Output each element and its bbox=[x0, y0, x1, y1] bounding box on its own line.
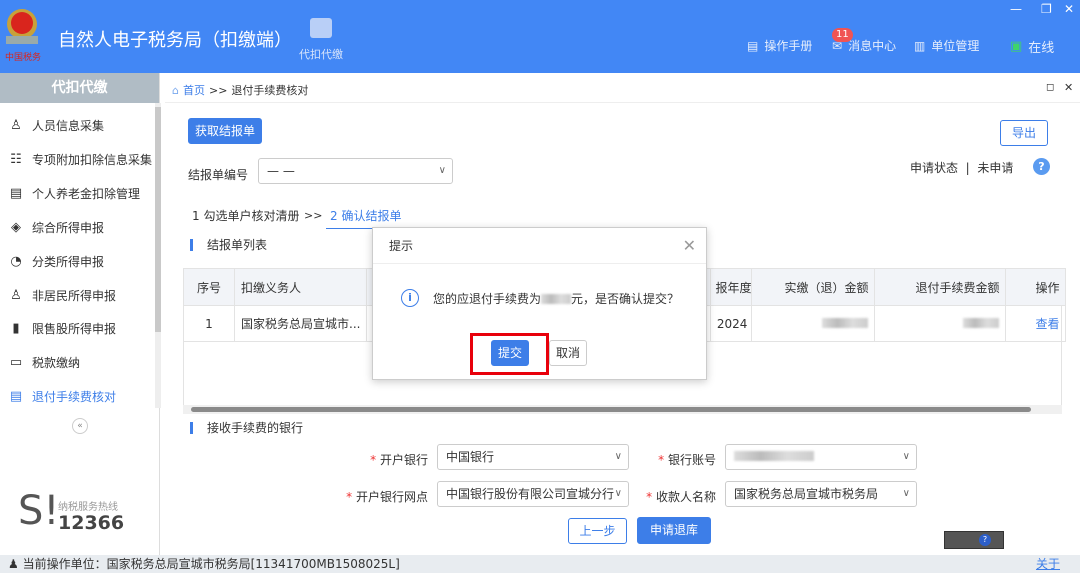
chevron-down-icon: ∨ bbox=[438, 165, 446, 176]
payee-label: * 收款人名称 bbox=[646, 490, 716, 504]
pension-icon: ▤ bbox=[9, 186, 23, 201]
report-list-title: 结报单列表 bbox=[190, 239, 267, 251]
step-1[interactable]: 1 勾选单户核对清册 bbox=[192, 207, 299, 224]
dialog-close-icon[interactable]: ✕ bbox=[683, 236, 696, 255]
sidebar: 代扣代缴 bbox=[0, 73, 160, 555]
collapse-sidebar-icon[interactable]: « bbox=[72, 418, 88, 434]
prev-step-button[interactable]: 上一步 bbox=[568, 518, 627, 544]
online-status[interactable]: ▣ 在线 bbox=[1010, 37, 1054, 56]
col-action: 操作 bbox=[1005, 268, 1067, 306]
sidebar-scrollbar[interactable] bbox=[155, 103, 161, 408]
step-2[interactable]: 2 确认结报单 bbox=[326, 207, 406, 229]
sidebar-item-pension[interactable]: ▤ 个人养老金扣除管理 bbox=[8, 185, 140, 202]
col-year: 报年度 bbox=[710, 268, 753, 306]
monitor-online-icon: ▣ bbox=[1010, 39, 1023, 54]
fetch-report-button[interactable]: 获取结报单 bbox=[188, 118, 262, 144]
maximize-pane-icon[interactable]: ◻ bbox=[1046, 82, 1054, 93]
report-no-select[interactable]: — — ∨ bbox=[258, 158, 453, 184]
branch-select[interactable]: 中国银行股份有限公司宣城分行 ∨ bbox=[437, 481, 629, 507]
payee-select[interactable]: 国家税务总局宣城市税务局 ∨ bbox=[725, 481, 917, 507]
branch-label: * 开户银行网点 bbox=[346, 490, 428, 504]
account-label: * 银行账号 bbox=[658, 453, 716, 467]
bank-label: * 开户银行 bbox=[370, 453, 428, 467]
cell-fee-amount-redacted bbox=[874, 305, 1007, 342]
sidebar-item-personnel[interactable]: ♙ 人员信息采集 bbox=[8, 117, 104, 134]
dialog-title: 提示 bbox=[373, 228, 706, 264]
manual-icon: ▤ bbox=[747, 38, 759, 53]
app-header: 中国税务 自然人电子税务局（扣缴端） 代扣代缴 ▤ 操作手册 ✉ 消息中心 11 ▥… bbox=[0, 0, 1080, 73]
restore-icon[interactable]: ❐ bbox=[1041, 2, 1052, 16]
apply-status: 申请状态 | 未申请 bbox=[910, 161, 1014, 175]
sidebar-item-tax-payment[interactable]: ▭ 税款缴纳 bbox=[8, 354, 80, 371]
chevron-down-icon: ∨ bbox=[614, 451, 622, 462]
building-icon: ▥ bbox=[914, 38, 926, 53]
bank-section-title: 接收手续费的银行 bbox=[190, 422, 303, 434]
help-icon: ? bbox=[979, 534, 991, 546]
wallet-icon bbox=[310, 18, 332, 38]
sidebar-item-fee-refund[interactable]: ▤ 退付手续费核对 bbox=[8, 388, 116, 405]
col-paid-amount: 实缴（退）金额 bbox=[751, 268, 876, 306]
manual-link[interactable]: ▤ 操作手册 bbox=[747, 37, 812, 54]
current-unit: 当前操作单位：国家税务总局宣城市税务局[11341700MB1508025L] bbox=[22, 557, 400, 571]
chevron-down-icon: ∨ bbox=[614, 488, 622, 499]
layers-icon: ◈ bbox=[11, 220, 21, 235]
highlight-box bbox=[470, 333, 549, 375]
sidebar-item-comprehensive[interactable]: ◈ 综合所得申报 bbox=[8, 219, 104, 236]
folder-icon: ▭ bbox=[9, 355, 23, 370]
status-bar: ♟ 当前操作单位：国家税务总局宣城市税务局[11341700MB1508025L… bbox=[0, 555, 1080, 573]
minimize-icon[interactable]: — bbox=[1010, 2, 1022, 16]
sidebar-title: 代扣代缴 bbox=[0, 73, 159, 103]
confirm-dialog: 提示 ✕ i 您的应退付手续费为 元，是否确认提交？ 提交 取消 bbox=[372, 227, 707, 380]
bank-select[interactable]: 中国银行 ∨ bbox=[437, 444, 629, 470]
doc-icon: ▤ bbox=[9, 389, 23, 404]
bar-chart-icon: ▮ bbox=[12, 321, 20, 336]
step-separator: >> bbox=[304, 209, 323, 222]
sidebar-item-restricted-stock[interactable]: ▮ 限售股所得申报 bbox=[8, 320, 116, 337]
cell-year: 2024 bbox=[710, 305, 753, 342]
dialog-message: i 您的应退付手续费为 元，是否确认提交？ bbox=[401, 289, 679, 307]
headset-icon: S! bbox=[18, 488, 60, 534]
col-fee-amount: 退付手续费金额 bbox=[874, 268, 1007, 306]
close-pane-icon[interactable]: ✕ bbox=[1064, 81, 1073, 94]
breadcrumb-home[interactable]: 首页 bbox=[183, 82, 205, 98]
report-no-label: 结报单编号 bbox=[188, 168, 249, 182]
about-link[interactable]: 关于 bbox=[1036, 555, 1060, 573]
ime-toolbar[interactable]: ? bbox=[944, 531, 1004, 549]
cell-agent: 国家税务总局宣城市... bbox=[233, 305, 368, 342]
unit-management-link[interactable]: ▥ 单位管理 bbox=[914, 37, 979, 54]
table-hscrollbar[interactable] bbox=[183, 405, 1062, 414]
sidebar-item-classified[interactable]: ◔ 分类所得申报 bbox=[8, 253, 104, 270]
account-select[interactable]: ∨ bbox=[725, 444, 917, 470]
pie-icon: ◔ bbox=[10, 254, 22, 269]
info-icon: i bbox=[401, 289, 419, 307]
cell-no: 1 bbox=[183, 305, 235, 342]
nav-withholding[interactable]: 代扣代缴 bbox=[296, 18, 346, 62]
view-link[interactable]: 查看 bbox=[1005, 305, 1067, 342]
help-icon[interactable]: ? bbox=[1033, 158, 1050, 175]
apply-refund-button[interactable]: 申请退库 bbox=[637, 517, 711, 544]
breadcrumb: ⌂ 首页 >> 退付手续费核对 bbox=[172, 82, 309, 98]
sidebar-item-nonresident[interactable]: ♙ 非居民所得申报 bbox=[8, 287, 116, 304]
person-icon: ♙ bbox=[10, 288, 22, 303]
message-count-badge: 11 bbox=[832, 28, 853, 42]
col-agent: 扣缴义务人 bbox=[233, 268, 368, 306]
svg-text:中国税务: 中国税务 bbox=[5, 51, 41, 63]
close-icon[interactable]: ✕ bbox=[1064, 2, 1074, 16]
chevron-down-icon: ∨ bbox=[902, 451, 910, 462]
home-icon: ⌂ bbox=[172, 83, 179, 97]
app-title: 自然人电子税务局（扣缴端） bbox=[58, 30, 292, 51]
dialog-cancel-button[interactable]: 取消 bbox=[549, 340, 587, 366]
person-icon: ♙ bbox=[10, 118, 22, 133]
export-button[interactable]: 导出 bbox=[1000, 120, 1048, 146]
cell-paid-amount-redacted bbox=[751, 305, 876, 342]
list-icon: ☷ bbox=[10, 152, 22, 167]
col-no: 序号 bbox=[183, 268, 235, 306]
user-icon: ♟ bbox=[8, 557, 19, 571]
chevron-down-icon: ∨ bbox=[902, 488, 910, 499]
sidebar-item-special-deduction[interactable]: ☷ 专项附加扣除信息采集 bbox=[8, 151, 152, 168]
tax-emblem-logo: 中国税务 bbox=[5, 9, 41, 63]
